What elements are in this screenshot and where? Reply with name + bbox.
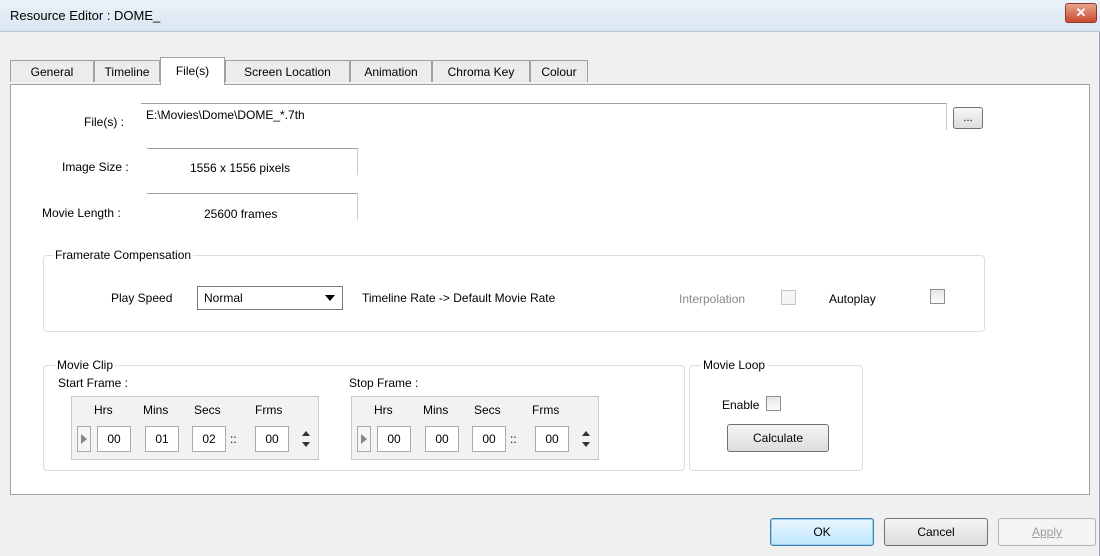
start-mins-header: Mins <box>143 403 169 417</box>
start-frms-input[interactable]: 00 <box>255 426 289 452</box>
stop-frms-header: Frms <box>532 403 560 417</box>
interpolation-label: Interpolation <box>679 292 746 306</box>
image-size-label: Image Size : <box>62 160 129 174</box>
stop-hrs-header: Hrs <box>374 403 393 417</box>
movie-clip-title: Movie Clip <box>55 358 116 372</box>
start-separator: :: <box>230 432 237 446</box>
stop-separator: :: <box>510 432 517 446</box>
movie-loop-group <box>689 365 863 471</box>
calculate-button[interactable]: Calculate <box>727 424 829 452</box>
start-hrs-header: Hrs <box>94 403 113 417</box>
files-label: File(s) : <box>84 115 124 129</box>
stop-mins-header: Mins <box>423 403 449 417</box>
enable-checkbox[interactable] <box>766 396 781 411</box>
tab-colour[interactable]: Colour <box>530 60 588 82</box>
files-tab-panel: File(s) : E:\Movies\Dome\DOME_*.7th ... … <box>10 84 1090 495</box>
play-speed-label: Play Speed <box>111 291 173 305</box>
autoplay-label: Autoplay <box>829 292 876 306</box>
files-path-field[interactable]: E:\Movies\Dome\DOME_*.7th <box>141 103 947 130</box>
window-title: Resource Editor : DOME_ <box>10 8 161 23</box>
start-frame-label: Start Frame : <box>58 376 129 390</box>
rate-text: Timeline Rate -> Default Movie Rate <box>362 291 556 305</box>
start-mins-input[interactable]: 01 <box>145 426 179 452</box>
start-hrs-input[interactable]: 00 <box>97 426 131 452</box>
tab-animation[interactable]: Animation <box>350 60 432 82</box>
image-size-value: 1556 x 1556 pixels <box>190 161 291 175</box>
autoplay-checkbox[interactable] <box>930 289 945 304</box>
close-button[interactable]: ✕ <box>1065 3 1097 23</box>
stop-spin-icon[interactable] <box>581 428 591 450</box>
stop-hrs-input[interactable]: 00 <box>377 426 411 452</box>
stop-mins-input[interactable]: 00 <box>425 426 459 452</box>
title-bar: Resource Editor : DOME_ ✕ <box>0 0 1100 32</box>
start-frame-pointer[interactable] <box>77 426 91 452</box>
tab-chroma-key[interactable]: Chroma Key <box>432 60 530 82</box>
files-path-value: E:\Movies\Dome\DOME_*.7th <box>146 108 305 122</box>
play-arrow-icon <box>361 434 367 444</box>
stop-frame-pointer[interactable] <box>357 426 371 452</box>
chevron-down-icon <box>325 295 335 301</box>
ok-button[interactable]: OK <box>770 518 874 546</box>
browse-button[interactable]: ... <box>953 107 983 129</box>
play-arrow-icon <box>81 434 87 444</box>
stop-frms-input[interactable]: 00 <box>535 426 569 452</box>
start-secs-input[interactable]: 02 <box>192 426 226 452</box>
enable-label: Enable <box>722 398 760 412</box>
movie-length-field: 25600 frames <box>147 193 358 221</box>
stop-frame-label: Stop Frame : <box>349 376 419 390</box>
start-secs-header: Secs <box>194 403 221 417</box>
tab-files[interactable]: File(s) <box>160 57 225 85</box>
cancel-button[interactable]: Cancel <box>884 518 988 546</box>
stop-secs-input[interactable]: 00 <box>472 426 506 452</box>
tab-screen-location[interactable]: Screen Location <box>225 60 350 82</box>
movie-loop-title: Movie Loop <box>701 358 768 372</box>
apply-button[interactable]: Apply <box>998 518 1096 546</box>
close-icon[interactable]: ✕ <box>1076 5 1087 20</box>
tab-general[interactable]: General <box>10 60 94 82</box>
tab-timeline[interactable]: Timeline <box>94 60 160 82</box>
start-frms-header: Frms <box>255 403 283 417</box>
framerate-compensation-title: Framerate Compensation <box>53 248 194 262</box>
interpolation-checkbox[interactable] <box>781 290 796 305</box>
play-speed-value: Normal <box>204 291 243 305</box>
start-spin-icon[interactable] <box>301 428 311 450</box>
image-size-field: 1556 x 1556 pixels <box>147 148 358 175</box>
movie-length-value: 25600 frames <box>204 207 278 221</box>
movie-length-label: Movie Length : <box>42 206 121 220</box>
stop-secs-header: Secs <box>474 403 501 417</box>
play-speed-dropdown[interactable]: Normal <box>197 286 343 310</box>
